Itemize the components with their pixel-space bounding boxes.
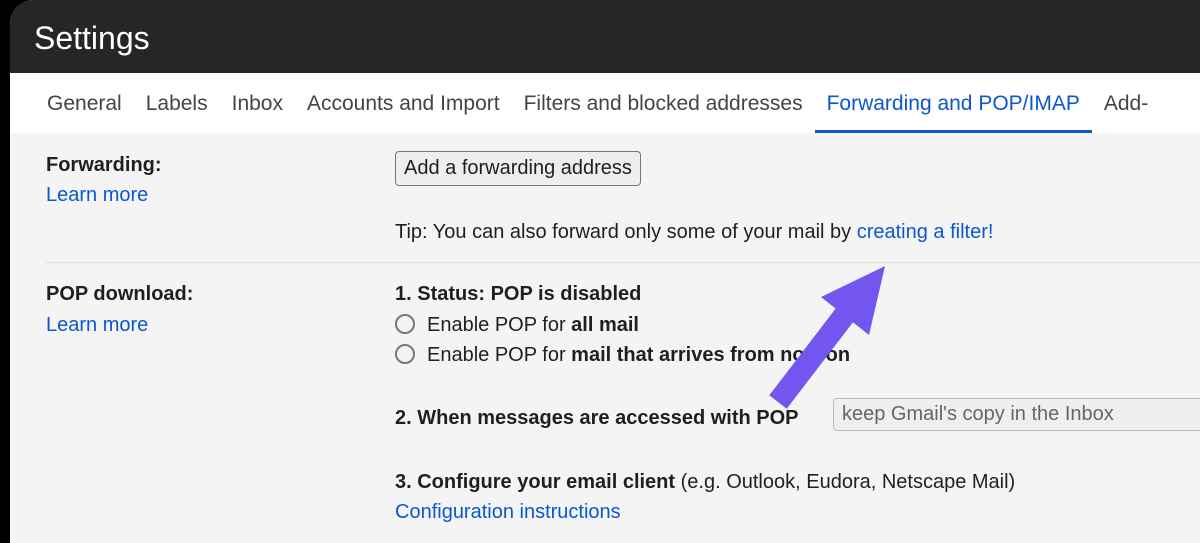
annotation-arrow-up-right-icon — [769, 266, 885, 409]
arrow-shaft — [769, 301, 859, 409]
